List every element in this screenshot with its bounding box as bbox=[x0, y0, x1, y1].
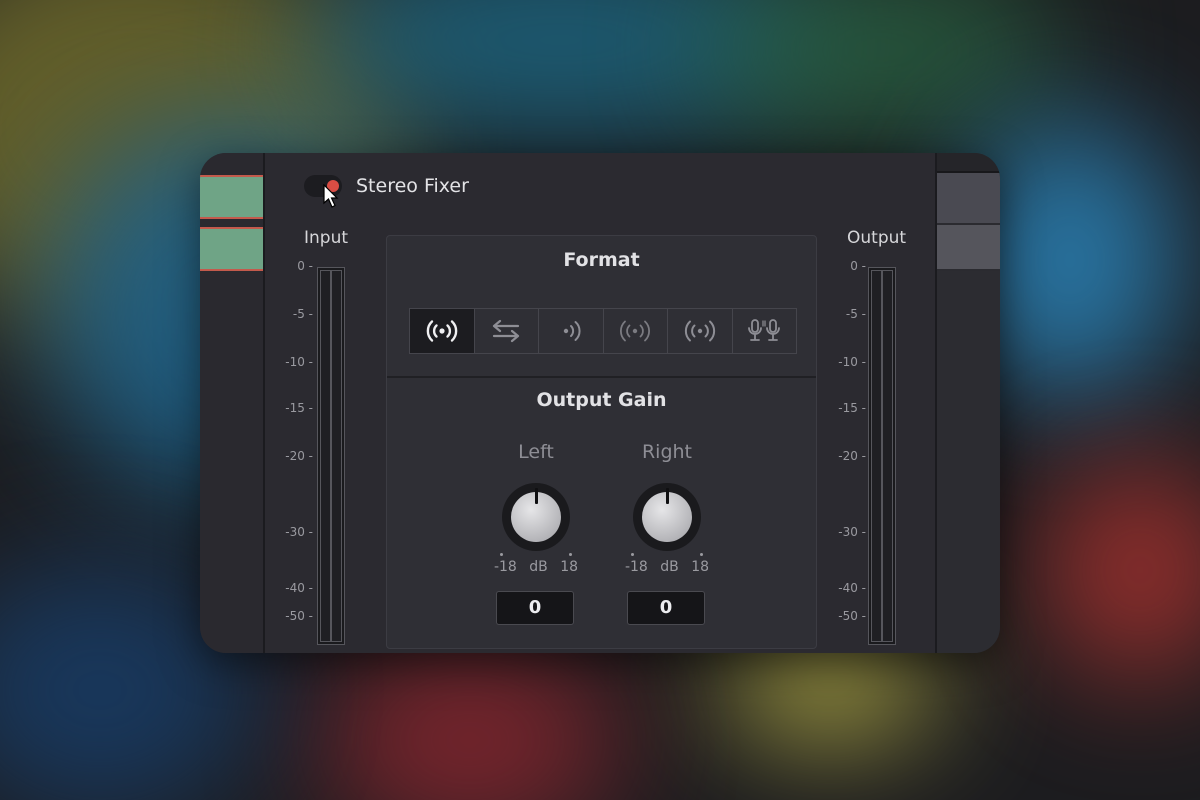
knob-pointer bbox=[535, 488, 538, 504]
scale-tick: -10 - bbox=[838, 355, 866, 369]
left-track-strip bbox=[200, 153, 263, 653]
broadcast-icon bbox=[426, 320, 458, 342]
meter-channel-right bbox=[882, 270, 893, 642]
format-selector bbox=[409, 308, 797, 354]
scale-tick: -50 - bbox=[838, 609, 866, 623]
stereo-fixer-panel: Stereo Fixer Input 0 - -5 - -10 - -15 - … bbox=[200, 153, 1000, 653]
left-gain-label: Left bbox=[518, 441, 554, 463]
scale-tick: -20 - bbox=[285, 449, 313, 463]
input-scale: 0 - -5 - -10 - -15 - -20 - -30 - -40 - -… bbox=[263, 153, 313, 623]
scale-min: -18 bbox=[493, 559, 517, 575]
broadcast-outline-icon bbox=[684, 320, 715, 342]
right-channel-icon bbox=[563, 321, 581, 341]
knob-max-tick bbox=[569, 553, 572, 556]
scale-tick: -30 - bbox=[838, 525, 866, 539]
right-gain-control: Right -18 dB 18 0 bbox=[607, 441, 727, 631]
scale-tick: -10 - bbox=[285, 355, 313, 369]
dual-mic-icon bbox=[748, 319, 781, 341]
knob-min-tick bbox=[631, 553, 634, 556]
scale-tick: -40 - bbox=[838, 581, 866, 595]
output-gain-title: Output Gain bbox=[536, 389, 667, 411]
scale-tick: -30 - bbox=[285, 525, 313, 539]
section-divider bbox=[387, 376, 816, 378]
mouse-cursor-icon bbox=[323, 184, 339, 208]
scale-max: 18 bbox=[691, 559, 710, 575]
input-meter bbox=[317, 267, 345, 645]
strip-header bbox=[937, 153, 1000, 173]
knob-min-tick bbox=[500, 553, 503, 556]
scale-min: -18 bbox=[624, 559, 648, 575]
left-gain-knob[interactable] bbox=[502, 483, 570, 551]
scale-tick: -5 - bbox=[845, 307, 866, 321]
scale-tick: 0 - bbox=[297, 259, 313, 273]
meter-channel-left bbox=[871, 270, 882, 642]
left-gain-value-field[interactable]: 0 bbox=[496, 591, 574, 625]
meter-channel-left bbox=[320, 270, 331, 642]
scale-max: 18 bbox=[560, 559, 579, 575]
scale-tick: -20 - bbox=[838, 449, 866, 463]
right-track-strip bbox=[937, 153, 1000, 653]
scale-tick: -40 - bbox=[285, 581, 313, 595]
format-button-broadcast-outline[interactable] bbox=[668, 309, 733, 353]
right-gain-label: Right bbox=[641, 441, 693, 463]
output-scale: 0 - -5 - -10 - -15 - -20 - -30 - -40 - -… bbox=[816, 153, 866, 623]
swap-arrows-icon bbox=[493, 319, 520, 343]
clip-block[interactable] bbox=[200, 227, 263, 271]
left-gain-control: Left -18 dB 18 0 bbox=[476, 441, 596, 631]
format-button-dual-mic[interactable] bbox=[733, 309, 797, 353]
right-gain-scale: -18 dB 18 bbox=[607, 559, 727, 575]
scale-unit: dB bbox=[529, 559, 548, 575]
meter-channel-right bbox=[331, 270, 342, 642]
knob-max-tick bbox=[700, 553, 703, 556]
scale-tick: -15 - bbox=[838, 401, 866, 415]
scale-tick: -15 - bbox=[285, 401, 313, 415]
strip-block[interactable] bbox=[937, 173, 1000, 225]
format-button-broadcast[interactable] bbox=[410, 309, 475, 353]
knob-pointer bbox=[666, 488, 669, 504]
strip-block[interactable] bbox=[937, 225, 1000, 271]
clip-block[interactable] bbox=[200, 175, 263, 219]
left-gain-scale: -18 dB 18 bbox=[476, 559, 596, 575]
scale-tick: 0 - bbox=[850, 259, 866, 273]
output-meter bbox=[868, 267, 896, 645]
plugin-title: Stereo Fixer bbox=[356, 175, 469, 197]
right-gain-value-field[interactable]: 0 bbox=[627, 591, 705, 625]
scale-unit: dB bbox=[660, 559, 679, 575]
format-button-broadcast-dim[interactable] bbox=[604, 309, 668, 353]
scale-tick: -5 - bbox=[292, 307, 313, 321]
center-module: Format Output Gain Left -18 dB 18 0 Righ… bbox=[386, 235, 817, 649]
format-button-right-channel[interactable] bbox=[539, 309, 604, 353]
format-button-swap[interactable] bbox=[475, 309, 539, 353]
scale-tick: -50 - bbox=[285, 609, 313, 623]
format-title: Format bbox=[563, 249, 640, 271]
right-gain-knob[interactable] bbox=[633, 483, 701, 551]
broadcast-dim-icon bbox=[620, 320, 651, 342]
